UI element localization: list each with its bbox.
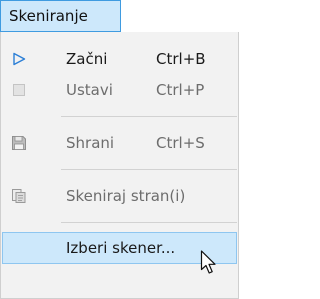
- menu-separator: [61, 116, 237, 117]
- save-icon: [8, 128, 30, 158]
- menu-item-skeniraj-strani-label: Skeniraj stran(i): [66, 187, 186, 205]
- menu-separator: [61, 169, 237, 170]
- menu-item-shrani-shortcut: Ctrl+S: [156, 134, 205, 152]
- menu-separator: [61, 222, 237, 223]
- mouse-pointer-icon: [200, 250, 220, 280]
- menu-item-ustavi[interactable]: Ustavi Ctrl+P: [2, 75, 238, 105]
- scan-page-icon: [8, 181, 30, 211]
- menubar-skeniranje-label: Skeniranje: [9, 7, 88, 25]
- menu-item-ustavi-label: Ustavi: [66, 81, 113, 99]
- menu-item-shrani-label: Shrani: [66, 134, 115, 152]
- menu-item-zacni-shortcut: Ctrl+B: [156, 50, 206, 68]
- menubar-skeniranje[interactable]: Skeniranje: [0, 0, 121, 32]
- menu-item-skeniraj-strani[interactable]: Skeniraj stran(i): [2, 181, 238, 211]
- menu-item-izberi-skener-label: Izberi skener...: [66, 239, 176, 257]
- menu-item-zacni[interactable]: Začni Ctrl+B: [2, 44, 238, 74]
- stop-icon: [8, 75, 30, 105]
- menu-item-zacni-label: Začni: [66, 50, 108, 68]
- play-icon: [8, 44, 30, 74]
- menu-item-ustavi-shortcut: Ctrl+P: [156, 81, 205, 99]
- menu-item-shrani[interactable]: Shrani Ctrl+S: [2, 128, 238, 158]
